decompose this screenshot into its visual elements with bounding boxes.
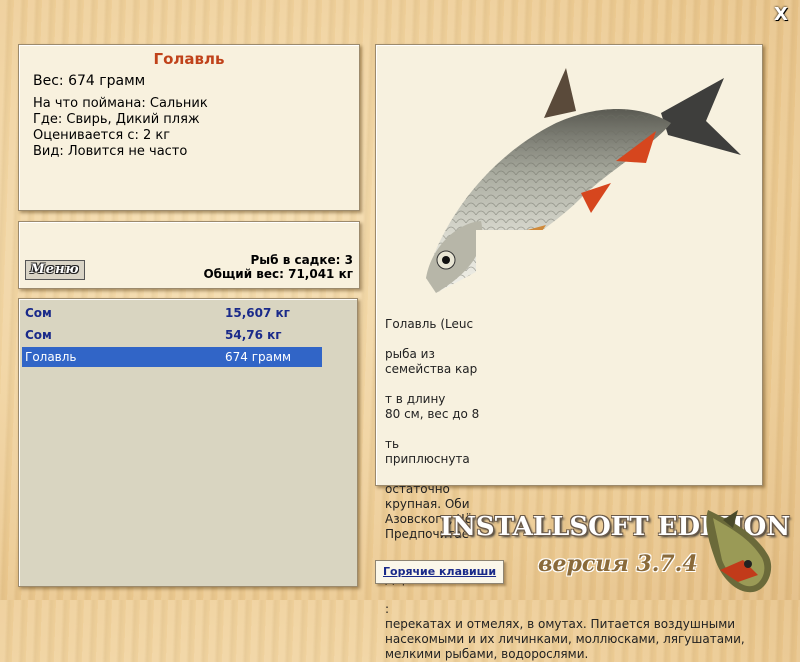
total-weight: Общий вес: 71,041 кг: [203, 267, 353, 281]
net-summary-panel: Меню Рыб в садке: 3 Общий вес: 71,041 кг: [18, 221, 360, 289]
list-item[interactable]: Сом 15,607 кг: [22, 303, 322, 323]
catch-name: Сом: [25, 328, 52, 342]
fish-description: Голавль (Leuc рыба из семейства кар т в дл…: [385, 317, 745, 661]
catch-name: Сом: [25, 306, 52, 320]
pike-fish-logo-icon: [706, 510, 772, 593]
catch-weight: 674 грамм: [225, 350, 292, 364]
catch-name: Голавль: [25, 350, 77, 364]
catch-weight: 15,607 кг: [225, 306, 290, 320]
fish-weight: Вес: 674 грамм: [33, 73, 146, 89]
fish-kind: Вид: Ловится не часто: [33, 144, 188, 159]
list-item-selected[interactable]: Голавль 674 грамм: [22, 347, 322, 367]
fish-bait: На что поймана: Сальник: [33, 96, 208, 111]
fish-count: Рыб в садке: 3: [250, 253, 354, 267]
catch-list[interactable]: Сом 15,607 кг Сом 54,76 кг Голавль 674 г…: [18, 298, 358, 587]
fish-detail-panel: Голавль (Leuc рыба из семейства кар т в дл…: [375, 44, 763, 661]
catch-weight: 54,76 кг: [225, 328, 282, 342]
hotkeys-button[interactable]: Горячие клавиши: [375, 560, 505, 584]
version-label: версия 3.7.4: [538, 551, 698, 577]
fish-title: Голавль: [153, 50, 225, 68]
list-item[interactable]: Сом 54,76 кг: [22, 325, 322, 345]
fish-location: Где: Свирь, Дикий пляж: [33, 112, 200, 127]
fish-info-panel: Голавль Вес: 674 грамм На что поймана: С…: [18, 44, 360, 211]
image-mask-block: [476, 230, 656, 310]
close-icon[interactable]: X: [772, 6, 790, 24]
menu-button[interactable]: Меню: [25, 260, 85, 280]
fish-valued-from: Оценивается с: 2 кг: [33, 128, 171, 143]
